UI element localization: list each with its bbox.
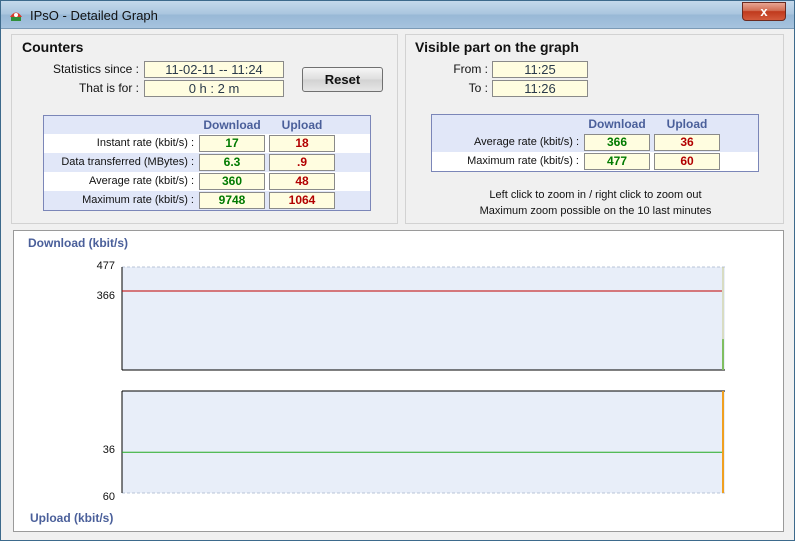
to-value: 11:26 xyxy=(492,80,588,97)
table-row: Maximum rate (kbit/s) : 9748 1064 xyxy=(44,191,370,210)
to-label: To : xyxy=(468,81,488,95)
average-rate-download: 360 xyxy=(199,173,265,190)
data-transferred-upload: .9 xyxy=(269,154,335,171)
row-label: Average rate (kbit/s) : xyxy=(474,136,579,148)
stats-since-value: 11-02-11 -- 11:24 xyxy=(144,61,284,78)
visible-average-upload: 36 xyxy=(654,134,720,151)
counters-table: Download Upload Instant rate (kbit/s) : … xyxy=(43,115,371,211)
title-bar[interactable]: IPsO - Detailed Graph x xyxy=(1,1,794,29)
from-label: From : xyxy=(453,62,488,76)
traffic-graph[interactable] xyxy=(14,231,785,533)
row-label: Maximum rate (kbit/s) : xyxy=(467,155,579,167)
instant-rate-upload: 18 xyxy=(269,135,335,152)
table-row: Data transferred (MBytes) : 6.3 .9 xyxy=(44,153,370,172)
table-row: Average rate (kbit/s) : 360 48 xyxy=(44,172,370,191)
counters-panel: Counters Statistics since : 11-02-11 -- … xyxy=(11,34,398,224)
table-row: Maximum rate (kbit/s) : 477 60 xyxy=(432,152,758,171)
row-label: Maximum rate (kbit/s) : xyxy=(82,194,194,206)
stats-since-label: Statistics since : xyxy=(52,62,139,76)
that-is-for-label: That is for : xyxy=(78,81,139,95)
download-plot-area[interactable] xyxy=(122,267,725,370)
visible-part-title: Visible part on the graph xyxy=(415,39,579,55)
counters-title: Counters xyxy=(22,39,84,55)
that-is-for-value: 0 h : 2 m xyxy=(144,80,284,97)
visible-maximum-download: 477 xyxy=(584,153,650,170)
graph-panel[interactable]: Download (kbit/s) Upload (kbit/s) 477 36… xyxy=(13,230,784,532)
data-transferred-download: 6.3 xyxy=(199,154,265,171)
row-label: Instant rate (kbit/s) : xyxy=(96,137,194,149)
visible-maximum-upload: 60 xyxy=(654,153,720,170)
client-area: Counters Statistics since : 11-02-11 -- … xyxy=(8,29,788,535)
zoom-hint: Left click to zoom in / right click to z… xyxy=(489,189,702,201)
table-row: Average rate (kbit/s) : 366 36 xyxy=(432,133,758,152)
visible-table: Download Upload Average rate (kbit/s) : … xyxy=(431,114,759,172)
counters-col-upload: Upload xyxy=(281,118,323,132)
app-window: IPsO - Detailed Graph x Counters Statist… xyxy=(0,0,795,541)
visible-col-download: Download xyxy=(588,117,646,131)
zoom-limit-hint: Maximum zoom possible on the 10 last min… xyxy=(479,205,712,217)
maximum-rate-download: 9748 xyxy=(199,192,265,209)
reset-button[interactable]: Reset xyxy=(302,67,383,92)
instant-rate-download: 17 xyxy=(199,135,265,152)
close-button[interactable]: x xyxy=(742,2,786,21)
maximum-rate-upload: 1064 xyxy=(269,192,335,209)
app-icon xyxy=(10,12,22,21)
average-rate-upload: 48 xyxy=(269,173,335,190)
visible-part-panel: Visible part on the graph From : 11:25 T… xyxy=(405,34,784,224)
visible-col-upload: Upload xyxy=(666,117,708,131)
table-row: Instant rate (kbit/s) : 17 18 xyxy=(44,134,370,153)
row-label: Data transferred (MBytes) : xyxy=(61,156,194,168)
visible-average-download: 366 xyxy=(584,134,650,151)
upload-plot-area[interactable] xyxy=(122,391,725,493)
row-label: Average rate (kbit/s) : xyxy=(89,175,194,187)
window-title: IPsO - Detailed Graph xyxy=(30,8,158,23)
counters-col-download: Download xyxy=(203,118,261,132)
from-value: 11:25 xyxy=(492,61,588,78)
